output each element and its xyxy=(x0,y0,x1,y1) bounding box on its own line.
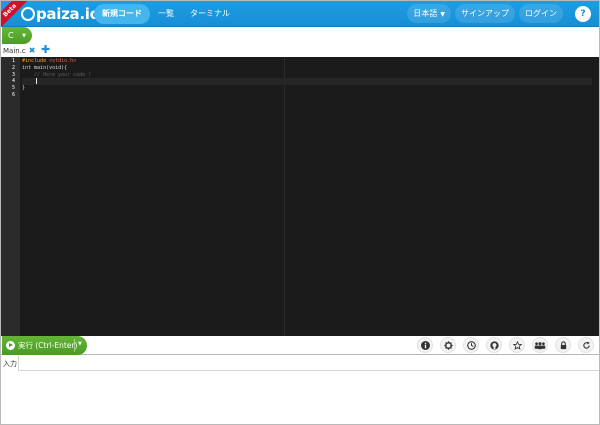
nav-terminal[interactable]: ターミナル xyxy=(182,4,238,24)
nav-list[interactable]: 一覧 xyxy=(150,4,182,24)
line-number-gutter: 1 2 3 4 5 6 xyxy=(1,57,20,336)
code-content[interactable]: #include <stdio.h> int main(void){ // He… xyxy=(22,58,592,99)
caret-down-icon: ▼ xyxy=(22,32,26,39)
language-select[interactable]: C ▼ xyxy=(2,27,32,44)
language-menu[interactable]: 日本語 ▼ xyxy=(407,4,451,23)
play-icon xyxy=(6,341,15,350)
run-button-divider xyxy=(74,339,75,352)
nav-links: 新規コード 一覧 ターミナル xyxy=(94,4,238,24)
nav-new-code[interactable]: 新規コード xyxy=(94,4,150,24)
add-file-icon[interactable]: ✚ xyxy=(41,43,50,56)
stdin-input[interactable] xyxy=(3,372,597,423)
star-icon[interactable] xyxy=(509,337,525,353)
code-line: #include <stdio.h> xyxy=(22,58,592,65)
line-number: 3 xyxy=(11,71,15,78)
line-number: 4 xyxy=(11,78,15,85)
language-select-value: C xyxy=(8,31,14,40)
paiza-logo[interactable]: paiza.io xyxy=(21,4,100,24)
language-menu-label: 日本語 xyxy=(413,9,438,18)
code-token: <stdio.h> xyxy=(49,58,77,64)
nav-right: 日本語 ▼ サインアップ ログイン ? xyxy=(403,4,591,23)
print-margin xyxy=(284,57,285,336)
run-button-label: 実行 (Ctrl-Enter) xyxy=(18,341,78,350)
input-tab[interactable]: 入力 xyxy=(1,356,19,371)
close-icon[interactable]: ✖ xyxy=(29,46,36,55)
app-window: Beta paiza.io 新規コード 一覧 ターミナル 日本語 ▼ サインアップ… xyxy=(0,0,600,425)
file-tab-label: Main.c xyxy=(3,46,26,55)
run-button[interactable]: 実行 (Ctrl-Enter) ▼ xyxy=(2,336,87,355)
code-line: // Here your code ! xyxy=(22,72,592,79)
users-icon[interactable] xyxy=(532,337,548,353)
code-line-active xyxy=(22,78,592,86)
text-cursor xyxy=(36,78,37,85)
info-icon[interactable] xyxy=(417,337,433,353)
code-token: } xyxy=(22,85,26,92)
code-token: int main(void){ xyxy=(22,64,68,71)
help-icon[interactable]: ? xyxy=(575,5,591,22)
line-number: 2 xyxy=(11,64,15,71)
line-number: 6 xyxy=(11,91,15,98)
line-number: 1 xyxy=(11,58,15,64)
code-line: int main(void){ xyxy=(22,65,592,72)
refresh-icon[interactable] xyxy=(578,337,594,353)
caret-down-icon[interactable]: ▼ xyxy=(78,341,82,347)
file-tab[interactable]: Main.c ✖ xyxy=(3,45,36,56)
caret-down-icon: ▼ xyxy=(440,11,445,18)
login-button[interactable]: ログイン xyxy=(519,4,563,23)
language-bar xyxy=(1,27,599,44)
github-icon[interactable] xyxy=(486,337,502,353)
logo-text: paiza.io xyxy=(36,5,100,23)
logo-mark-icon xyxy=(21,7,35,21)
navbar: Beta paiza.io 新規コード 一覧 ターミナル 日本語 ▼ サインアップ… xyxy=(1,1,599,30)
code-editor[interactable]: 1 2 3 4 5 6 #include <stdio.h> int main(… xyxy=(1,57,599,336)
code-comment: // Here your code ! xyxy=(34,71,92,78)
lock-icon[interactable] xyxy=(555,337,571,353)
io-tab-bar xyxy=(1,356,599,371)
file-tab-bar xyxy=(1,44,599,56)
gear-icon[interactable] xyxy=(440,337,456,353)
code-token: #include xyxy=(22,58,47,64)
clock-icon[interactable] xyxy=(463,337,479,353)
code-line: } xyxy=(22,85,592,92)
tool-icons xyxy=(410,337,594,353)
line-number: 5 xyxy=(11,85,15,92)
signup-button[interactable]: サインアップ xyxy=(455,4,515,23)
